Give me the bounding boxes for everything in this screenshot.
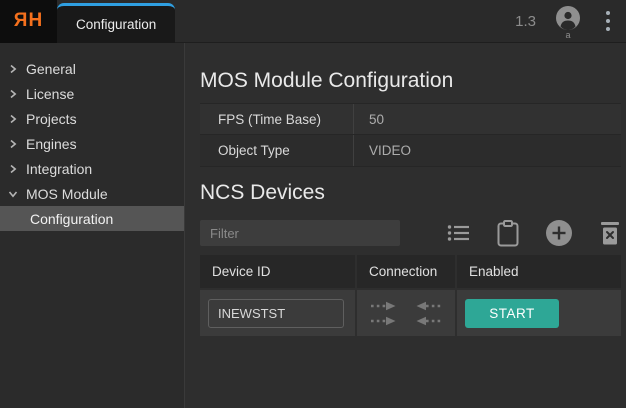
sidebar: General License Projects Engines Integra… (0, 43, 185, 408)
sidebar-item-license[interactable]: License (0, 81, 184, 106)
ncs-toolbar (200, 219, 621, 247)
tab-configuration[interactable]: Configuration (57, 3, 175, 43)
device-row: START (200, 290, 621, 336)
header-enabled: Enabled (455, 255, 621, 288)
list-icon (447, 224, 471, 242)
mos-config-table: FPS (Time Base) 50 Object Type VIDEO (200, 103, 621, 167)
overflow-menu-icon[interactable] (598, 7, 618, 35)
user-avatar[interactable]: a (556, 6, 580, 40)
incoming-arrow-icon (413, 315, 443, 327)
start-button[interactable]: START (465, 299, 559, 328)
ncs-devices-title: NCS Devices (200, 180, 621, 206)
delete-device-button[interactable] (599, 221, 621, 246)
chevron-down-icon (8, 189, 18, 199)
avatar-icon (556, 6, 580, 30)
add-device-button[interactable] (545, 219, 573, 247)
config-value-fps[interactable]: 50 (353, 104, 621, 134)
content-area: General License Projects Engines Integra… (0, 43, 626, 408)
filter-input[interactable] (200, 220, 400, 246)
outgoing-arrow-icon (369, 300, 399, 312)
connection-cell (355, 290, 455, 336)
config-row-object-type: Object Type VIDEO (200, 135, 621, 167)
sidebar-item-mos-module[interactable]: MOS Module (0, 181, 184, 206)
config-row-fps: FPS (Time Base) 50 (200, 103, 621, 135)
avatar-initial-label: a (565, 31, 570, 40)
chevron-right-icon (8, 64, 18, 74)
enabled-cell: START (455, 290, 621, 336)
delete-icon (599, 221, 621, 246)
add-icon (545, 219, 573, 247)
sidebar-item-mos-configuration[interactable]: Configuration (0, 206, 184, 231)
sidebar-item-engines[interactable]: Engines (0, 131, 184, 156)
logo-text: ЯH (14, 10, 43, 32)
device-table: Device ID Connection Enabled (200, 255, 621, 336)
sidebar-item-label: General (26, 61, 76, 77)
outgoing-arrow-icon (369, 315, 399, 327)
sidebar-item-label: Integration (26, 161, 92, 177)
config-value-object-type[interactable]: VIDEO (353, 135, 621, 166)
device-id-cell (200, 290, 355, 336)
chevron-right-icon (8, 139, 18, 149)
app-logo[interactable]: ЯH (0, 0, 57, 43)
device-table-header: Device ID Connection Enabled (200, 255, 621, 290)
sidebar-item-general[interactable]: General (0, 56, 184, 81)
mos-config-title: MOS Module Configuration (200, 68, 621, 94)
config-label: Object Type (200, 135, 353, 166)
incoming-arrow-icon (413, 300, 443, 312)
connection-status (369, 300, 443, 327)
config-label: FPS (Time Base) (200, 104, 353, 134)
chevron-right-icon (8, 89, 18, 99)
topbar: ЯH Configuration 1.3 a (0, 0, 626, 43)
app-window: ЯH Configuration 1.3 a General (0, 0, 626, 408)
sidebar-item-label: MOS Module (26, 186, 108, 202)
header-connection: Connection (355, 255, 455, 288)
chevron-right-icon (8, 114, 18, 124)
list-view-button[interactable] (447, 224, 471, 242)
tab-label: Configuration (76, 17, 156, 32)
sidebar-item-label: License (26, 86, 74, 102)
main-panel: MOS Module Configuration FPS (Time Base)… (185, 43, 626, 408)
header-device-id: Device ID (200, 255, 355, 288)
sidebar-item-projects[interactable]: Projects (0, 106, 184, 131)
sidebar-item-label: Projects (26, 111, 77, 127)
sidebar-item-integration[interactable]: Integration (0, 156, 184, 181)
version-label: 1.3 (515, 13, 536, 30)
paste-button[interactable] (497, 220, 519, 247)
clipboard-icon (497, 220, 519, 247)
sidebar-item-label: Engines (26, 136, 77, 152)
device-id-input[interactable] (208, 299, 344, 328)
sidebar-item-label: Configuration (30, 211, 113, 227)
chevron-right-icon (8, 164, 18, 174)
